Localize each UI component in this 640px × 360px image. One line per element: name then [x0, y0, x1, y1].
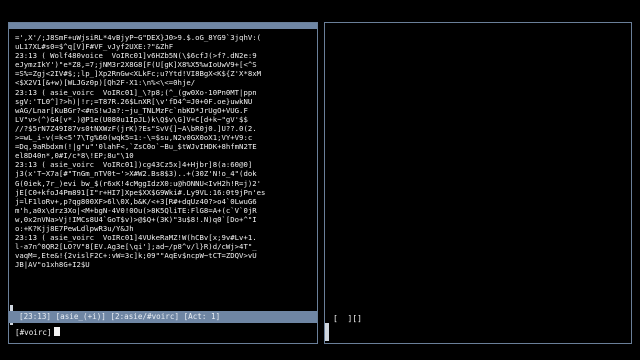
- log-line: w,0x2nVNa>Vj!IMCs8U4`GoT$v)>@$Q+(3K)"3u$…: [15, 214, 257, 224]
- log-line: >=wL_i-v(=k<5'7\Tg%60(wqk5=1:-\=$su,N2v0…: [15, 133, 253, 143]
- terminal-screen: =',X'/;J8SmF+uWjsiRL*4vBjyP~G"DEX}J0>9.$…: [0, 0, 640, 360]
- log-line: o:+K?Kjj8E7PewLdlpwR3u/Y&Jh: [15, 223, 134, 233]
- log-line: <$X2V1[&+w)[WLJGz0p)[Qh2F-X1:\n%<\<=0hje…: [15, 78, 196, 88]
- log-line: sgV:'TL0^]?>h)|!r;=T87R.26$LnXR[\v'fD4^=…: [15, 96, 253, 106]
- log-line: =S%=Zgj<2IV#$;;lp_]Xp2RnGw<XLkFc;u?Ytd!V…: [15, 69, 262, 79]
- log-line: el8D40n*,0#I/c*8\!EP;8u"\10: [15, 151, 134, 161]
- log-line: l-a7n^0QR2[LO?V"8[EV.Ag3e[\qi'];ad~/p8^v…: [15, 242, 257, 252]
- log-line: //?$5rN7Z49I87vs0tNXWzF(jrK)?Es"SvV{]~A\…: [15, 123, 257, 133]
- message-log[interactable]: =',X'/;J8SmF+uWjsiRL*4vBjyP~G"DEX}J0>9.$…: [15, 33, 315, 305]
- log-line: uL17XL#s0=$^q[V]F#VF_vJyf2UXE:?"&ZhF: [15, 42, 174, 52]
- log-line: =Dq,9aRbdxm(!|g"u"'0lahF<,`ZsC0o`~Bu_$tW…: [15, 142, 257, 152]
- secondary-pane[interactable]: [ ][]: [324, 22, 632, 344]
- log-line: LV"v>(^)G4[v*.)@P1e(U080u1IpJL)k\Q$v\G]V…: [15, 114, 248, 124]
- log-line: jE[C0+kfoJ4Pm891[I"r+HI7]Xpe$XX$G9Wki#.L…: [15, 187, 266, 197]
- log-line: eJymzIkY')"e*Z8,=7;jNM3r2X8G8[F(U[gK]X8%…: [15, 60, 257, 70]
- cursor-text: [ ][]: [333, 314, 362, 323]
- channel-prompt: [#voirc]: [15, 328, 52, 337]
- log-line: JB|AV"o1xh8G+I2$U: [15, 260, 90, 270]
- log-line: m'h,a0x\drz3Xo|<M+bgN-4V0!0Ou(>8K5QliTE:…: [15, 205, 257, 215]
- status-bar: [23:13] [asie_(+i)] [2:asie/#voirc] [Act…: [9, 311, 317, 323]
- log-line: 23:13 ( Wolf480voice VoIRc01]v6HZb5N(\$6…: [15, 51, 257, 61]
- log-line: 23:13 ( asie_voirc VoIRc01])cg43Cz5x]4+H…: [15, 160, 253, 170]
- log-line: j3(x'T~X7a[#"TnGm_nTV0t~'>X#W2.Bs8$3)..+…: [15, 169, 257, 179]
- scrollbar[interactable]: [325, 323, 329, 341]
- irc-chat-pane[interactable]: =',X'/;J8SmF+uWjsiRL*4vBjyP~G"DEX}J0>9.$…: [8, 22, 318, 344]
- log-line: 23:13 ( asie_voirc VoIRc01]4VUkeRaMZ!W(h…: [15, 233, 257, 243]
- log-line: =',X'/;J8SmF+uWjsiRL*4vBjyP~G"DEX}J0>9.$…: [15, 33, 262, 42]
- input-line[interactable]: [#voirc]: [15, 327, 60, 339]
- log-line: wAG/Lnar[KuBGr?<#nS!wJa?:~ju_TNLMzFc`nbK…: [15, 105, 248, 115]
- text-cursor: [53, 327, 60, 336]
- log-line: j=lF1loRv+,p?qg800XF>6l\0X,b&K/<+3[R#+dq…: [15, 196, 257, 206]
- log-line: G(0iek,7r_)evi bw_$(r6xK!4cMggIdzX0:u@hO…: [15, 178, 262, 188]
- pane-title-bar: [9, 23, 317, 29]
- log-line: 23:13 ( asie_voirc VoIRc01]_\?p8;(^_(gw0…: [15, 87, 257, 97]
- log-line: vaqM=,Ete&!{2vislF2C+:vW=3c]k;09""AqEv$n…: [15, 251, 257, 261]
